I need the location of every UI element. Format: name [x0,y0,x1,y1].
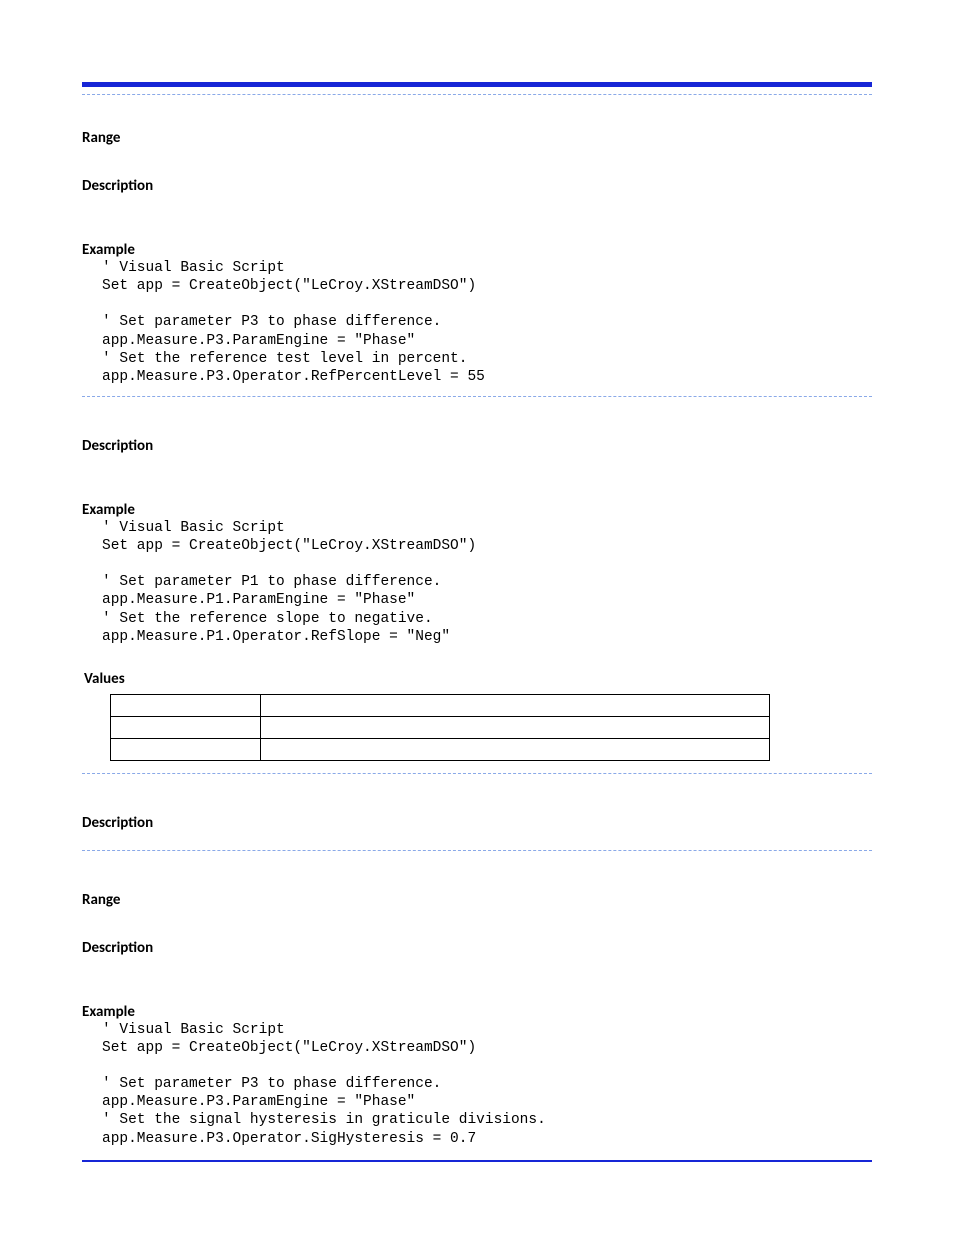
heading-values: Values [82,670,872,688]
heading-example: Example [82,501,872,519]
table-cell [261,694,770,716]
table-row [111,738,770,760]
table-cell [261,716,770,738]
heading-example: Example [82,1003,872,1021]
header-rule [82,82,872,87]
table-cell [111,738,261,760]
heading-example: Example [82,241,872,259]
table-cell [261,738,770,760]
section-3: Description [82,774,872,832]
section-4: Range Description Example ' Visual Basic… [82,851,872,1148]
table-cell [111,694,261,716]
code-block-3: ' Visual Basic Script Set app = CreateOb… [82,1021,872,1148]
table-cell [111,716,261,738]
code-block-1: ' Visual Basic Script Set app = CreateOb… [82,259,872,386]
page-content: Range Description Example ' Visual Basic… [82,92,872,1148]
table-row [111,716,770,738]
code-block-2: ' Visual Basic Script Set app = CreateOb… [82,519,872,646]
section-1: Range Description Example ' Visual Basic… [82,95,872,386]
heading-range: Range [82,129,872,147]
heading-range: Range [82,891,872,909]
heading-description: Description [82,939,872,957]
footer-rule [82,1160,872,1162]
values-table [110,694,770,761]
heading-description: Description [82,177,872,195]
heading-description: Description [82,437,872,455]
heading-description: Description [82,814,872,832]
section-2: Description Example ' Visual Basic Scrip… [82,397,872,761]
table-row [111,694,770,716]
